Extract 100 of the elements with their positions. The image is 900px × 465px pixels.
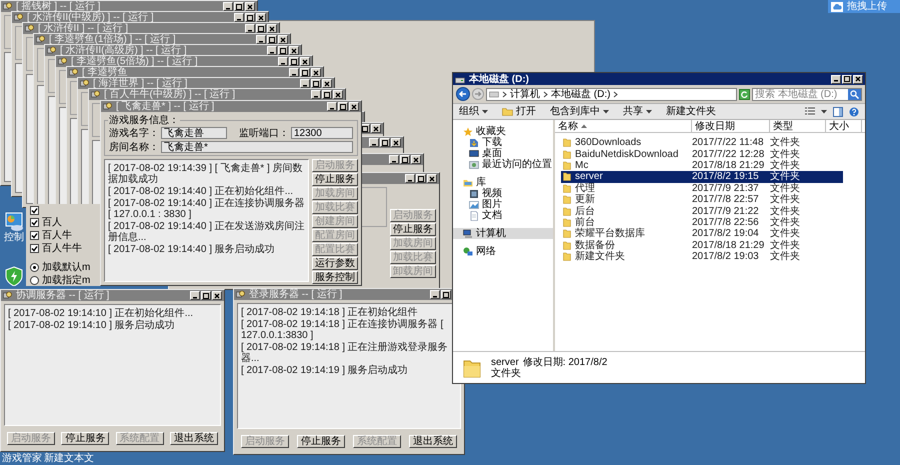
close-button[interactable] (411, 155, 421, 164)
action-button[interactable]: 退出系统 (170, 432, 218, 445)
nav-item[interactable]: 文档 (453, 210, 553, 221)
nav-item[interactable]: 视频 (453, 188, 553, 199)
toolbar-button[interactable]: 打开 (502, 106, 536, 117)
file-name: 代理 (575, 182, 595, 194)
nav-item[interactable]: 收藏夹 (453, 126, 553, 137)
minimize-button[interactable] (831, 74, 841, 84)
close-button[interactable] (391, 138, 401, 147)
close-button[interactable] (311, 68, 321, 77)
file-row[interactable]: 荣耀平台数据库 2017/8/2 19:04 文件夹 (561, 228, 843, 240)
file-row[interactable]: 360Downloads 2017/7/22 11:48 文件夹 (561, 137, 843, 148)
minimize-button[interactable] (278, 57, 288, 66)
close-button[interactable] (322, 79, 332, 88)
back-icon (456, 87, 470, 101)
checkbox[interactable] (30, 244, 39, 253)
search-button[interactable] (848, 88, 861, 100)
minimize-button[interactable] (289, 68, 299, 77)
file-row[interactable]: 数据备份 2017/8/18 21:29 文件夹 (561, 240, 843, 251)
text-field[interactable]: 飞禽走兽 (161, 127, 227, 139)
minimize-button[interactable] (267, 46, 277, 55)
column-header[interactable]: 类型 (770, 120, 826, 132)
file-row[interactable]: server 2017/8/2 19:15 文件夹 (561, 171, 843, 183)
minimize-button[interactable] (256, 35, 266, 44)
checkbox[interactable] (30, 218, 39, 227)
close-button[interactable] (289, 46, 299, 55)
nav-item[interactable]: 图片 (453, 199, 553, 210)
breadcrumb[interactable]: 本地磁盘 (D:) (551, 88, 610, 100)
action-button[interactable]: 运行参数 (312, 257, 358, 270)
minimize-button[interactable] (430, 290, 440, 299)
action-button[interactable]: 停止服务 (390, 223, 436, 236)
checkbox[interactable] (30, 231, 39, 240)
close-button[interactable] (212, 291, 222, 300)
toolbar-button[interactable]: 共享 (623, 106, 652, 117)
log-line: [ 2017-08-02 19:14:40 ] 正在初始化组件... (108, 186, 294, 197)
breadcrumb[interactable]: 计算机 (510, 88, 540, 100)
desktop-icon-label: 新建文本文 (44, 453, 94, 464)
file-row[interactable]: 代理 2017/7/9 21:37 文件夹 (561, 182, 843, 194)
search-field[interactable]: 搜索 本地磁盘 (D:) (752, 88, 862, 100)
nav-item[interactable]: 桌面 (453, 148, 553, 159)
maximize-icon (442, 290, 450, 298)
nav-item[interactable]: 网络 (453, 246, 553, 257)
address-bar[interactable]: 计算机 本地磁盘 (D:) (486, 88, 737, 100)
minimize-button[interactable] (327, 102, 337, 111)
radio-button[interactable] (30, 276, 39, 285)
close-button[interactable] (853, 74, 863, 84)
close-button[interactable] (267, 24, 277, 33)
column-header[interactable]: 修改日期 (692, 120, 770, 132)
minimize-button[interactable] (245, 24, 255, 33)
nav-item[interactable]: 下载 (453, 137, 553, 148)
minimize-button[interactable] (389, 155, 399, 164)
checkbox[interactable] (30, 206, 39, 215)
nav-item[interactable]: 计算机 (453, 228, 553, 239)
nav-item[interactable]: 库 (453, 177, 553, 188)
close-button[interactable] (333, 90, 343, 99)
close-button[interactable] (278, 35, 288, 44)
toolbar-button[interactable]: 组织 (459, 106, 488, 117)
close-button[interactable] (256, 13, 266, 22)
column-header[interactable]: 大小 (826, 120, 862, 132)
file-row[interactable]: 新建文件夹 2017/8/2 19:03 文件夹 (561, 250, 843, 262)
maximize-button[interactable] (842, 74, 852, 84)
minimize-button[interactable] (300, 79, 310, 88)
action-button[interactable]: 退出系统 (409, 435, 457, 448)
app-icon (3, 291, 12, 300)
toolbar-button[interactable]: 新建文件夹 (666, 106, 716, 117)
maximize-button[interactable] (201, 291, 211, 300)
close-button[interactable] (349, 102, 359, 111)
file-row[interactable]: 后台 2017/7/9 21:22 文件夹 (561, 205, 843, 217)
close-icon (412, 156, 420, 164)
toolbar-button[interactable]: 包含到库中 (550, 106, 609, 117)
text-field[interactable]: 12300 (291, 127, 353, 139)
close-button[interactable] (245, 2, 255, 11)
text-field[interactable]: 飞禽走兽* (161, 141, 353, 153)
window-title: [ 水浒传II ] -- [ 运行 ] (38, 23, 128, 34)
window-title: 协调服务器 -- [ 运行 ] (16, 290, 110, 301)
minimize-button[interactable] (223, 2, 233, 11)
file-row[interactable]: 更新 2017/7/8 22:57 文件夹 (561, 194, 843, 206)
minimize-button[interactable] (190, 291, 200, 300)
close-button[interactable] (300, 57, 310, 66)
minimize-button[interactable] (234, 13, 244, 22)
radio-button[interactable] (30, 263, 39, 272)
close-button[interactable] (427, 174, 437, 183)
close-button[interactable] (371, 124, 381, 133)
maximize-button[interactable] (441, 290, 451, 299)
minimize-button[interactable] (311, 90, 321, 99)
action-button[interactable]: 停止服务 (297, 435, 345, 448)
file-type: 文件夹 (770, 216, 801, 228)
column-header[interactable]: 名称 (555, 120, 692, 132)
file-row[interactable]: Mc 2017/8/18 21:29 文件夹 (561, 160, 843, 172)
minimize-button[interactable] (369, 138, 379, 147)
action-button[interactable]: 停止服务 (312, 173, 358, 186)
action-button[interactable]: 服务控制 (312, 271, 358, 284)
maximize-icon (381, 138, 389, 146)
log-line: [ 2017-08-02 19:14:40 ] 服务启动成功 (108, 244, 276, 255)
file-row[interactable]: 前台 2017/7/8 22:56 文件夹 (561, 216, 843, 228)
nav-item[interactable]: 最近访问的位置 (453, 159, 553, 170)
file-row[interactable]: BaiduNetdiskDownload 2017/7/22 12:28 文件夹 (561, 148, 843, 160)
minimize-button[interactable] (405, 174, 415, 183)
action-button[interactable]: 停止服务 (61, 432, 110, 445)
file-type: 文件夹 (770, 228, 801, 240)
